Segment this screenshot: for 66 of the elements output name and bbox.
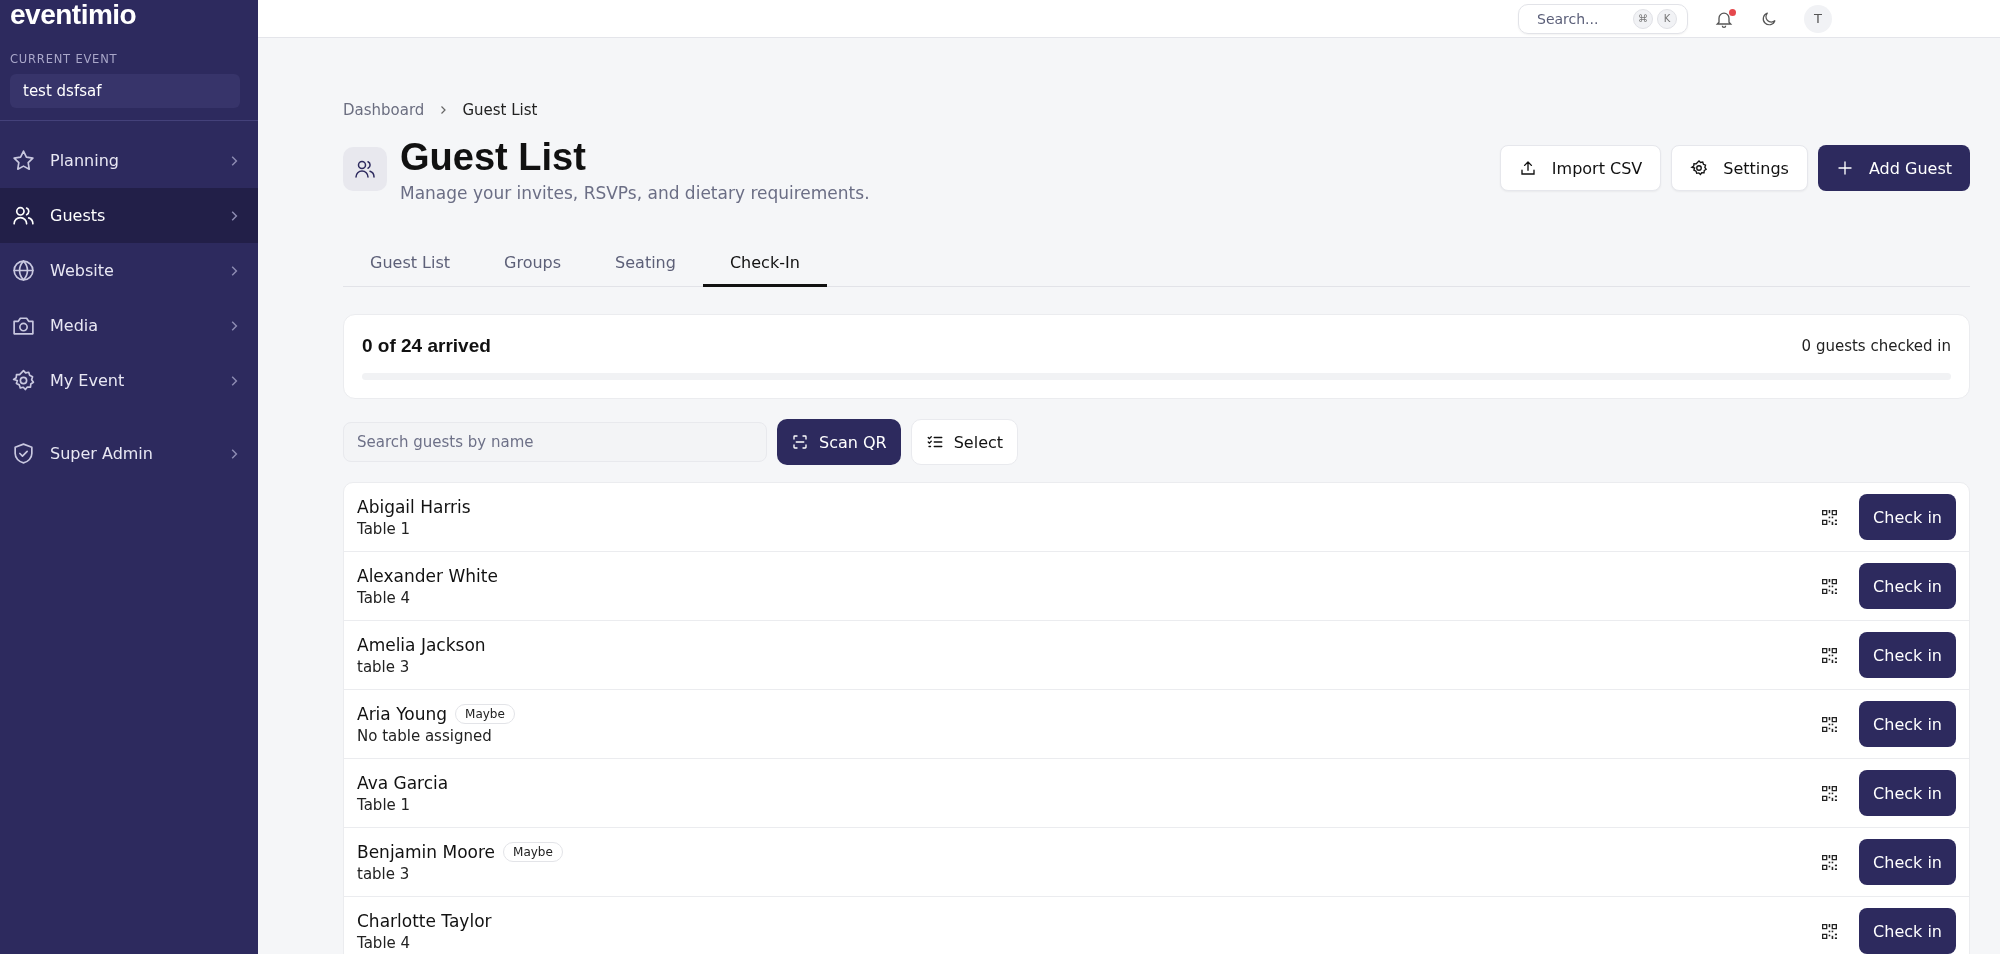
tab[interactable]: Guest List <box>343 243 478 287</box>
gear-icon <box>11 368 36 393</box>
shield-icon <box>11 441 36 466</box>
shortcut-key: ⌘ <box>1633 8 1653 29</box>
guest-name: Aria Young <box>357 703 448 724</box>
sidebar-item[interactable]: Planning <box>0 133 258 188</box>
guest-table: Table 4 <box>357 933 1823 952</box>
check-in-button[interactable]: Check in <box>1859 770 1956 816</box>
scan-icon <box>791 433 809 451</box>
checked-in-count: 0 guests checked in <box>1801 337 1951 355</box>
tab[interactable]: Groups <box>477 243 589 287</box>
breadcrumb-link[interactable]: Guest List <box>462 101 538 119</box>
guest-table: table 3 <box>357 864 1823 883</box>
qr-code-icon[interactable] <box>1822 785 1838 801</box>
header-button[interactable]: Settings <box>1671 145 1808 191</box>
sidebar-item[interactable]: Guests <box>0 188 258 243</box>
check-in-button[interactable]: Check in <box>1859 701 1956 747</box>
guest-name: Charlotte Taylor <box>357 910 492 931</box>
star-icon <box>11 148 36 173</box>
guest-table: table 3 <box>357 657 1823 676</box>
tab[interactable]: Seating <box>588 243 703 287</box>
current-event-selector[interactable]: test dsfsaf <box>10 74 240 108</box>
qr-code-icon[interactable] <box>1822 716 1838 732</box>
guest-name: Abigail Harris <box>357 496 471 517</box>
guest-name: Amelia Jackson <box>357 634 486 655</box>
current-event-label: CURRENT EVENT <box>10 52 119 66</box>
sidebar-item[interactable]: My Event <box>0 353 258 408</box>
logo: eventimio <box>10 0 137 30</box>
check-in-button[interactable]: Check in <box>1859 632 1956 678</box>
page-subtitle: Manage your invites, RSVPs, and dietary requirements. <box>400 183 871 203</box>
arrived-count: 0 of 24 arrived <box>362 335 491 357</box>
search-field[interactable]: Search guests by name <box>343 422 767 462</box>
header-button[interactable]: Add Guest <box>1817 145 1970 191</box>
tab[interactable]: Check-In <box>702 243 827 287</box>
sidebar-item[interactable]: Super Admin <box>0 426 258 481</box>
settings-icon <box>1690 159 1709 177</box>
guest-table: Table 4 <box>357 588 1823 607</box>
shortcut-key: K <box>1657 8 1677 29</box>
upload-icon <box>1518 159 1537 177</box>
qr-code-icon[interactable] <box>1822 647 1838 663</box>
qr-code-icon[interactable] <box>1822 509 1838 525</box>
people-icon <box>343 147 387 191</box>
header-button[interactable]: Import CSV <box>1499 145 1662 191</box>
user-avatar[interactable]: T <box>1804 4 1832 33</box>
check-in-button[interactable]: Check in <box>1859 908 1956 954</box>
check-in-button[interactable]: Check in <box>1859 563 1956 609</box>
guest-name: Ava Garcia <box>357 772 449 793</box>
page-title: Guest List <box>400 135 587 179</box>
toolbar-button[interactable]: Select <box>910 419 1019 465</box>
check-in-button[interactable]: Check in <box>1859 839 1956 885</box>
guest-name: Benjamin Moore <box>357 841 496 862</box>
sidebar-item[interactable]: Media <box>0 298 258 353</box>
toolbar-button[interactable]: Scan QR <box>777 419 901 465</box>
qr-code-icon[interactable] <box>1822 923 1838 939</box>
search-field[interactable]: Search... ⌘ K <box>1518 3 1688 34</box>
sidebar-item[interactable]: Website <box>0 243 258 298</box>
plus-icon <box>1835 159 1854 177</box>
breadcrumb-link[interactable]: Dashboard <box>343 101 425 119</box>
qr-code-icon[interactable] <box>1822 578 1838 594</box>
guest-table: Table 1 <box>357 795 1823 814</box>
globe-icon <box>11 258 36 283</box>
qr-code-icon[interactable] <box>1822 854 1838 870</box>
guest-table: No table assigned <box>357 726 1823 745</box>
guest-name: Alexander White <box>357 565 498 586</box>
guest-table: Table 1 <box>357 519 1823 538</box>
check-in-button[interactable]: Check in <box>1859 494 1956 540</box>
